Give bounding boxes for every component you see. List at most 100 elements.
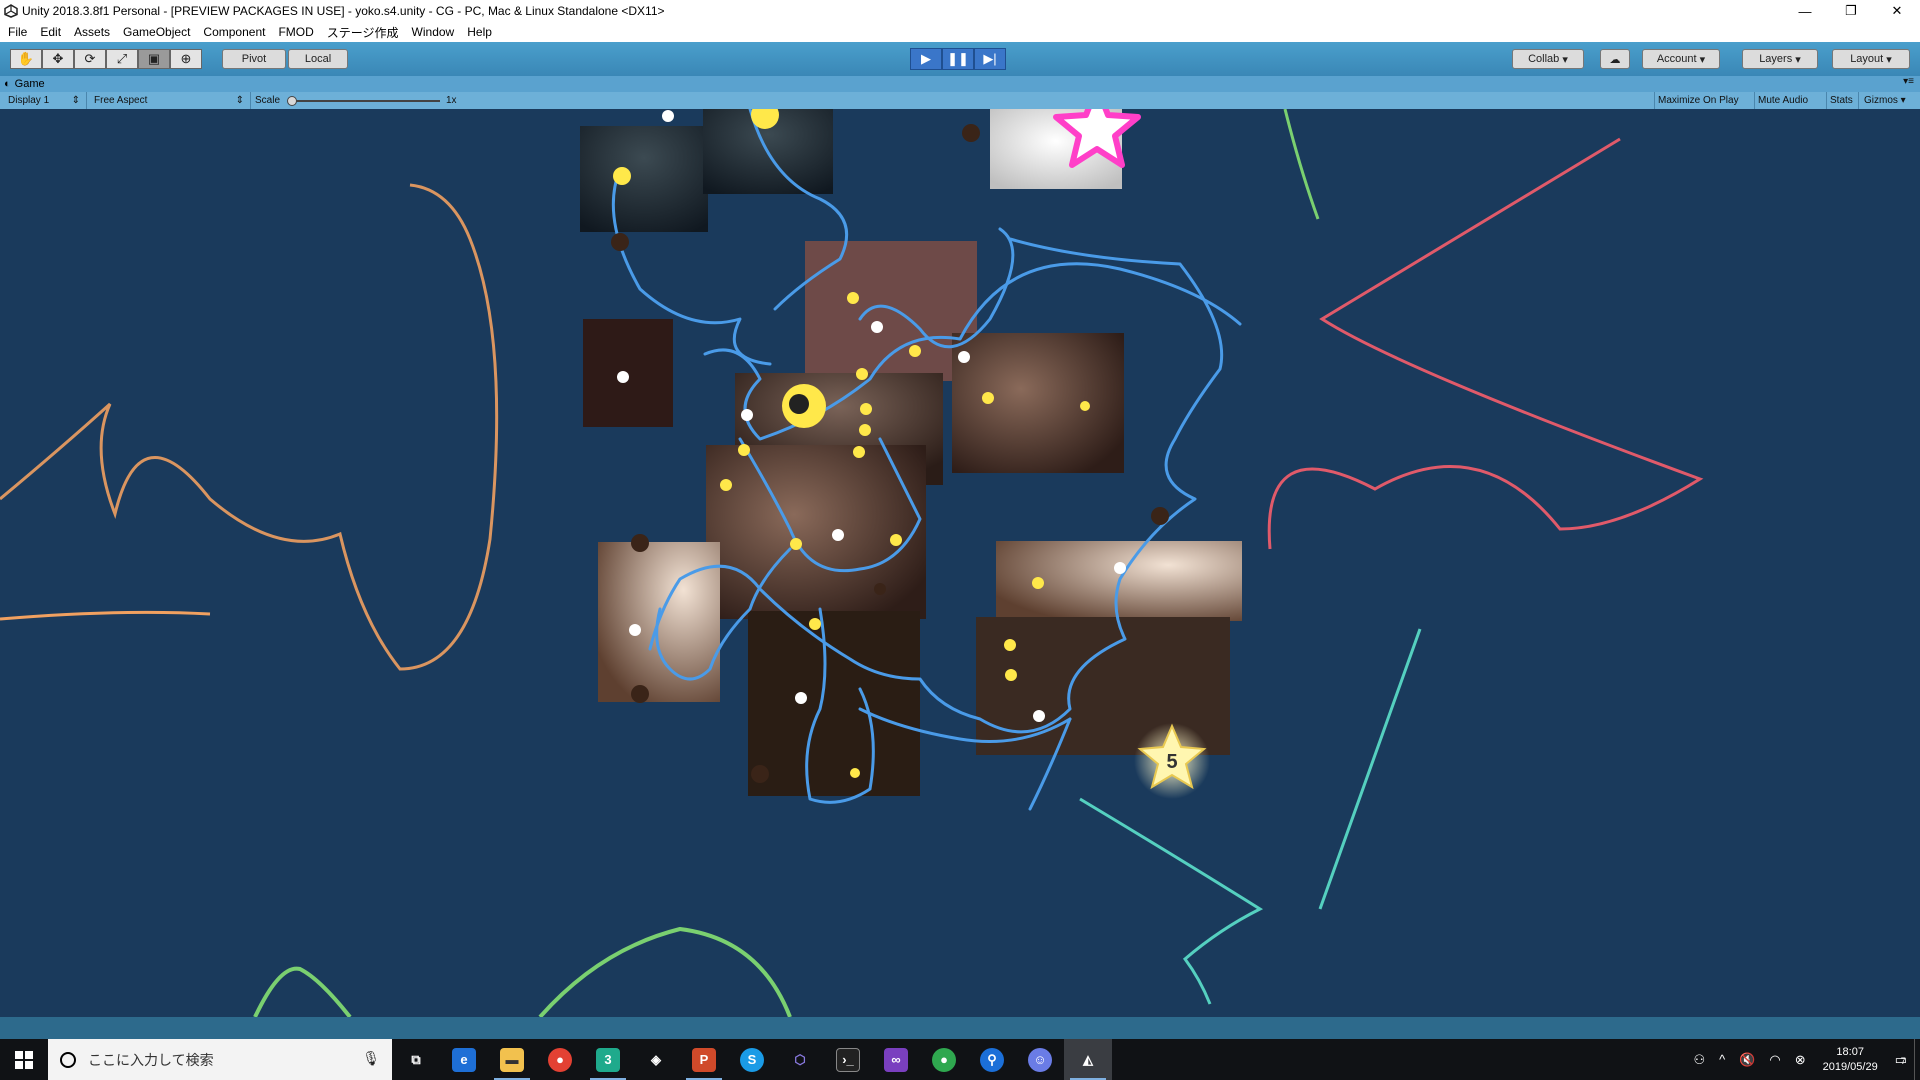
notifications-icon[interactable]: ▭ 7 (1895, 1052, 1907, 1068)
pivot-label: Pivot (241, 53, 267, 65)
clock-date: 2019/05/29 (1822, 1060, 1878, 1073)
chevron-up-icon[interactable]: ^ (1719, 1052, 1725, 1067)
teal-line (1318, 628, 1422, 910)
mute-audio-toggle[interactable]: Mute Audio (1758, 92, 1808, 109)
menu-edit[interactable]: Edit (40, 25, 61, 39)
restore-button[interactable]: ❐ (1828, 0, 1874, 22)
window-titlebar: Unity 2018.3.8f1 Personal - [PREVIEW PAC… (0, 0, 1920, 22)
collab-label: Collab (1528, 53, 1560, 65)
menu-assets[interactable]: Assets (74, 25, 110, 39)
terminal-icon[interactable]: ›_ (824, 1039, 872, 1080)
orange-line (0, 183, 499, 671)
task-view-icon[interactable]: ⧉ (392, 1039, 440, 1080)
show-desktop-button[interactable] (1914, 1039, 1920, 1080)
rotate-tool-icon[interactable]: ⟳ (74, 49, 106, 69)
scale-label: Scale (255, 95, 281, 106)
layout-dropdown[interactable]: Layout ▾ (1832, 49, 1910, 69)
transform-tools: ✋ ✥ ⟳ ⤢ ▣ ⊕ (10, 49, 202, 69)
menu-stage-create[interactable]: ステージ作成 (327, 24, 399, 41)
account-dropdown[interactable]: Account ▾ (1642, 49, 1720, 69)
scale-tool-icon[interactable]: ⤢ (106, 49, 138, 69)
chrome-icon[interactable]: ● (920, 1039, 968, 1080)
scale-slider-thumb[interactable] (287, 96, 297, 106)
collab-button[interactable]: Collab ▾ (1512, 49, 1584, 69)
pivot-toggle[interactable]: Pivot (222, 49, 286, 69)
vs-code-icon[interactable]: ⬡ (776, 1039, 824, 1080)
game-tab-bar: ◐ Game ▾≡ (0, 76, 1920, 92)
cloud-button[interactable]: ☁ (1600, 49, 1630, 69)
green-line (1283, 109, 1320, 220)
maximize-on-play-toggle[interactable]: Maximize On Play (1658, 92, 1739, 109)
pink-leather-tile (805, 241, 977, 381)
powerpoint-icon[interactable]: P (680, 1039, 728, 1080)
chrome-icon[interactable]: ● (536, 1039, 584, 1080)
visual-studio-icon[interactable]: ∞ (872, 1039, 920, 1080)
layers-dropdown[interactable]: Layers ▾ (1742, 49, 1818, 69)
app3-icon[interactable]: 3 (584, 1039, 632, 1080)
menu-gameobject[interactable]: GameObject (123, 25, 190, 39)
menu-bar: File Edit Assets GameObject Component FM… (0, 22, 1920, 42)
explorer-icon[interactable]: ▬ (488, 1039, 536, 1080)
taskbar-clock[interactable]: 18:07 2019/05/29 (1823, 1045, 1878, 1075)
leather-tile (706, 445, 926, 619)
stats-toggle[interactable]: Stats (1830, 92, 1853, 109)
menu-window[interactable]: Window (412, 25, 455, 39)
hand-tool-icon[interactable]: ✋ (10, 49, 42, 69)
maps-icon[interactable]: ⚲ (968, 1039, 1016, 1080)
orange-line (0, 610, 211, 621)
playback-controls: ▶ ❚❚ ▶| (910, 48, 1006, 70)
unity-icon[interactable]: ◭ (1064, 1039, 1112, 1080)
microphone-icon[interactable]: 🎙 (362, 1050, 380, 1067)
skype-icon[interactable]: S (728, 1039, 776, 1080)
game-tab-label: Game (14, 78, 45, 90)
menu-component[interactable]: Component (203, 25, 265, 39)
menu-help[interactable]: Help (467, 25, 492, 39)
scale-slider-track[interactable] (290, 100, 440, 102)
aspect-dropdown-arrow-icon: ⇕ (235, 95, 244, 106)
divider (1754, 92, 1755, 109)
search-icon (60, 1051, 76, 1068)
unity-logo-icon (0, 0, 22, 22)
layout-label: Layout (1850, 53, 1884, 65)
scale-value: 1x (446, 95, 457, 106)
speaker-muted-icon[interactable]: 🔇 (1739, 1052, 1755, 1068)
red-line (1267, 137, 1704, 550)
gizmos-label: Gizmos (1864, 95, 1898, 106)
unity-hub-icon[interactable]: ◈ (632, 1039, 680, 1080)
divider (1858, 92, 1859, 109)
taskbar-search[interactable]: ここに入力して検索 🎙 (48, 1039, 392, 1080)
aspect-dropdown[interactable]: Free Aspect ⇕ (94, 92, 246, 109)
gizmos-dropdown[interactable]: Gizmos ▾ (1864, 92, 1906, 109)
green-line (253, 966, 352, 1017)
ime-icon[interactable]: ⊗ (1795, 1052, 1806, 1068)
local-toggle[interactable]: Local (288, 49, 348, 69)
windows-taskbar: ここに入力して検索 🎙 ⧉ e ▬ ● 3 ◈ P S ⬡ ›_ ∞ ● ⚲ ☺… (0, 1039, 1920, 1080)
rect-tool-icon[interactable]: ▣ (138, 49, 170, 69)
menu-file[interactable]: File (8, 25, 27, 39)
display-dropdown[interactable]: Display 1 ⇕ (8, 92, 82, 109)
divider (86, 92, 87, 109)
panel-menu-icon[interactable]: ▾≡ (1903, 76, 1914, 87)
transform-tool-icon[interactable]: ⊕ (170, 49, 202, 69)
main-toolbar: ✋ ✥ ⟳ ⤢ ▣ ⊕ Pivot Local ▶ ❚❚ ▶| Collab ▾… (0, 42, 1920, 76)
game-view[interactable]: 5 (0, 109, 1920, 1017)
leather-tile (952, 333, 1124, 473)
pause-button[interactable]: ❚❚ (942, 48, 974, 70)
teal-line (1079, 797, 1264, 1005)
move-tool-icon[interactable]: ✥ (42, 49, 74, 69)
dark-leather-tile (748, 611, 920, 796)
divider (1826, 92, 1827, 109)
wifi-icon[interactable]: ◠ (1769, 1052, 1780, 1068)
step-button[interactable]: ▶| (974, 48, 1006, 70)
notification-count: 7 (1900, 1055, 1906, 1066)
windows-start-icon[interactable] (0, 1039, 48, 1080)
close-button[interactable]: ✕ (1874, 0, 1920, 22)
edge-icon[interactable]: e (440, 1039, 488, 1080)
minimize-button[interactable]: — (1782, 0, 1828, 22)
play-button[interactable]: ▶ (910, 48, 942, 70)
discord-icon[interactable]: ☺ (1016, 1039, 1064, 1080)
game-tab[interactable]: ◐ Game (4, 76, 45, 92)
display-label: Display 1 (8, 95, 50, 106)
menu-fmod[interactable]: FMOD (278, 25, 313, 39)
people-icon[interactable]: ⚇ (1693, 1052, 1705, 1068)
